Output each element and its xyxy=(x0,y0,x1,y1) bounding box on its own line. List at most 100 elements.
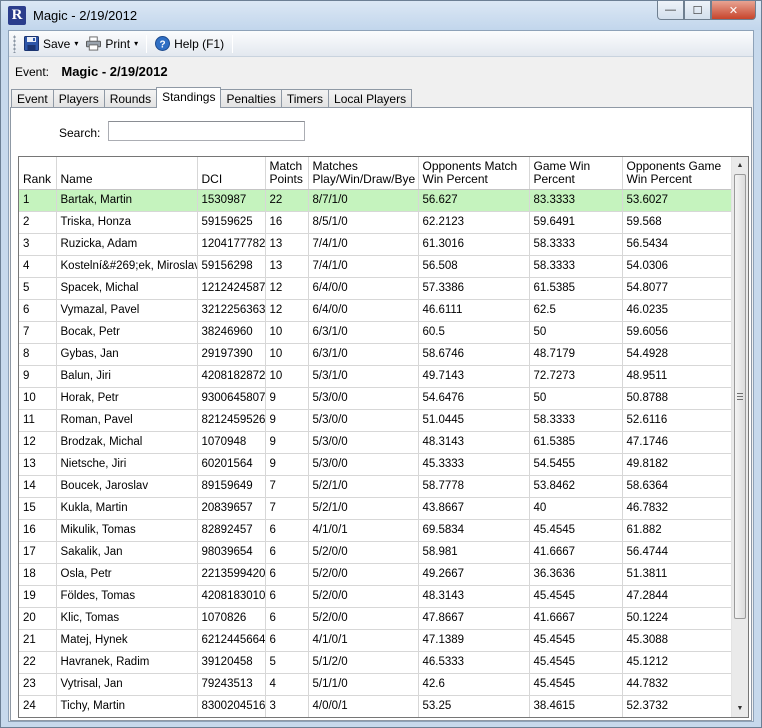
game-win-cell: 61.5385 xyxy=(529,431,623,454)
table-row[interactable]: 12 Brodzak, Michal 1070948 9 5/3/0/0 48.3143 6… xyxy=(19,431,732,454)
rank-cell: 6 xyxy=(19,299,57,322)
table-row[interactable]: 4 Kostelní&#269;ek, Miroslav 59156298 13 7/4… xyxy=(19,255,732,278)
tab-players[interactable]: Players xyxy=(52,89,105,108)
opp-game-win-cell: 45.1212 xyxy=(622,651,732,674)
table-row[interactable]: 3 Ruzicka, Adam 1204177782 13 7/4/1/0 61.3016… xyxy=(19,233,732,256)
column-header-rank[interactable]: Rank xyxy=(19,157,57,190)
table-row[interactable]: 24 Tichy, Martin 8300204516 3 4/0/0/1 53.25 38… xyxy=(19,695,732,717)
table-row[interactable]: 18 Osla, Petr 2213599420 6 5/2/0/0 49.2667 36.… xyxy=(19,563,732,586)
app-window: R Magic - 2/19/2012 — ☐ ✕ Save ▾ Print ▾… xyxy=(0,0,762,728)
match-points-cell: 22 xyxy=(265,189,309,212)
match-points-cell: 9 xyxy=(265,431,309,454)
table-row[interactable]: 10 Horak, Petr 9300645807 9 5/3/0/0 54.6476 50… xyxy=(19,387,732,410)
matches-cell: 6/3/1/0 xyxy=(308,321,419,344)
column-header-opp-match-win[interactable]: Opponents Match Win Percent xyxy=(418,157,530,190)
opp-game-win-cell: 46.7832 xyxy=(622,497,732,520)
name-cell: Brodzak, Michal xyxy=(56,431,198,454)
table-row[interactable]: 8 Gybas, Jan 29197390 10 6/3/1/0 58.6746 48.71… xyxy=(19,343,732,366)
table-row[interactable]: 11 Roman, Pavel 8212459526 9 5/3/0/0 51.0445 5… xyxy=(19,409,732,432)
dci-cell: 60201564 xyxy=(197,453,266,476)
opp-game-win-cell: 54.8077 xyxy=(622,277,732,300)
table-row[interactable]: 6 Vymazal, Pavel 3212256363 12 6/4/0/0 46.611… xyxy=(19,299,732,322)
scroll-down-arrow-icon[interactable]: ▼ xyxy=(732,700,748,717)
svg-text:?: ? xyxy=(160,40,166,51)
matches-cell: 5/1/2/0 xyxy=(308,651,419,674)
print-dropdown-arrow-icon[interactable]: ▾ xyxy=(134,39,138,48)
column-header-dci[interactable]: DCI xyxy=(197,157,266,190)
scrollbar-thumb[interactable] xyxy=(734,174,746,619)
matches-cell: 5/3/0/0 xyxy=(308,453,419,476)
event-label: Event: xyxy=(15,65,50,79)
table-row[interactable]: 17 Sakalik, Jan 98039654 6 5/2/0/0 58.981 41.6… xyxy=(19,541,732,564)
dci-cell: 39120458 xyxy=(197,651,266,674)
table-row[interactable]: 2 Triska, Honza 59159625 16 8/5/1/0 62.2123 59… xyxy=(19,211,732,234)
match-points-cell: 3 xyxy=(265,695,309,717)
table-row[interactable]: 16 Mikulik, Tomas 82892457 6 4/1/0/1 69.5834 4… xyxy=(19,519,732,542)
tab-event[interactable]: Event xyxy=(11,89,54,108)
search-input[interactable] xyxy=(108,121,305,141)
match-points-cell: 12 xyxy=(265,299,309,322)
save-dropdown-arrow-icon[interactable]: ▾ xyxy=(74,39,78,48)
table-row[interactable]: 15 Kukla, Martin 20839657 7 5/2/1/0 43.8667 40… xyxy=(19,497,732,520)
dci-cell: 59156298 xyxy=(197,255,266,278)
tab-rounds[interactable]: Rounds xyxy=(103,89,158,108)
game-win-cell: 41.6667 xyxy=(529,541,623,564)
save-button[interactable]: Save ▾ xyxy=(20,33,82,55)
table-row[interactable]: 14 Boucek, Jaroslav 89159649 7 5/2/1/0 58.777… xyxy=(19,475,732,498)
column-header-match-points[interactable]: Match Points xyxy=(265,157,309,190)
opp-match-win-cell: 42.6 xyxy=(418,673,530,696)
rank-cell: 14 xyxy=(19,475,57,498)
save-label: Save xyxy=(43,36,71,51)
print-button[interactable]: Print ▾ xyxy=(82,33,142,55)
table-row[interactable]: 23 Vytrisal, Jan 79243513 4 5/1/1/0 42.6 45.45… xyxy=(19,673,732,696)
title-bar[interactable]: R Magic - 2/19/2012 — ☐ ✕ xyxy=(1,1,761,30)
tab-timers[interactable]: Timers xyxy=(280,89,330,108)
matches-cell: 5/3/1/0 xyxy=(308,365,419,388)
game-win-cell: 50 xyxy=(529,321,623,344)
floppy-disk-icon xyxy=(24,36,39,51)
matches-cell: 5/3/0/0 xyxy=(308,409,419,432)
rank-cell: 9 xyxy=(19,365,57,388)
minimize-icon: — xyxy=(665,4,676,16)
match-points-cell: 6 xyxy=(265,563,309,586)
table-row[interactable]: 22 Havranek, Radim 39120458 5 5/1/2/0 46.5333… xyxy=(19,651,732,674)
toolbar-grip[interactable] xyxy=(13,34,16,53)
game-win-cell: 45.4545 xyxy=(529,673,623,696)
name-cell: Roman, Pavel xyxy=(56,409,198,432)
vertical-scrollbar[interactable]: ▲ ▼ xyxy=(731,157,748,717)
minimize-button[interactable]: — xyxy=(657,1,684,20)
opp-match-win-cell: 45.3333 xyxy=(418,453,530,476)
table-row[interactable]: 20 Klic, Tomas 1070826 6 5/2/0/0 47.8667 41.66… xyxy=(19,607,732,630)
column-header-matches[interactable]: Matches Play/Win/Draw/Bye xyxy=(308,157,419,190)
opp-match-win-cell: 51.0445 xyxy=(418,409,530,432)
opp-game-win-cell: 53.6027 xyxy=(622,189,732,212)
toolbar: Save ▾ Print ▾ ? Help (F1) xyxy=(9,31,753,57)
column-header-name[interactable]: Name xyxy=(56,157,198,190)
table-row[interactable]: 19 Földes, Tomas 4208183010 6 5/2/0/0 48.3143… xyxy=(19,585,732,608)
maximize-button[interactable]: ☐ xyxy=(684,1,711,20)
close-button[interactable]: ✕ xyxy=(711,1,756,20)
table-row[interactable]: 5 Spacek, Michal 1212424587 12 6/4/0/0 57.338… xyxy=(19,277,732,300)
opp-match-win-cell: 54.6476 xyxy=(418,387,530,410)
tab-standings[interactable]: Standings xyxy=(156,87,222,108)
window-title: Magic - 2/19/2012 xyxy=(33,8,138,23)
table-row[interactable]: 13 Nietsche, Jiri 60201564 9 5/3/0/0 45.3333 5… xyxy=(19,453,732,476)
name-cell: Bartak, Martin xyxy=(56,189,198,212)
column-header-opp-game-win[interactable]: Opponents Game Win Percent xyxy=(622,157,732,190)
help-button[interactable]: ? Help (F1) xyxy=(151,33,228,55)
tab-local-players[interactable]: Local Players xyxy=(328,89,413,108)
tab-penalties[interactable]: Penalties xyxy=(220,89,282,108)
table-row[interactable]: 1 Bartak, Martin 1530987 22 8/7/1/0 56.627 83.… xyxy=(19,189,732,212)
table-row[interactable]: 7 Bocak, Petr 38246960 10 6/3/1/0 60.5 50 59.60… xyxy=(19,321,732,344)
dci-cell: 3212256363 xyxy=(197,299,266,322)
column-header-game-win[interactable]: Game Win Percent xyxy=(529,157,623,190)
opp-match-win-cell: 48.3143 xyxy=(418,431,530,454)
matches-cell: 7/4/1/0 xyxy=(308,255,419,278)
scroll-up-arrow-icon[interactable]: ▲ xyxy=(732,157,748,174)
dci-cell: 1212424587 xyxy=(197,277,266,300)
table-row[interactable]: 9 Balun, Jiri 4208182872 10 5/3/1/0 49.7143 72… xyxy=(19,365,732,388)
name-cell: Tichy, Martin xyxy=(56,695,198,717)
name-cell: Vytrisal, Jan xyxy=(56,673,198,696)
table-row[interactable]: 21 Matej, Hynek 6212445664 6 4/1/0/1 47.1389 4… xyxy=(19,629,732,652)
opp-game-win-cell: 61.882 xyxy=(622,519,732,542)
